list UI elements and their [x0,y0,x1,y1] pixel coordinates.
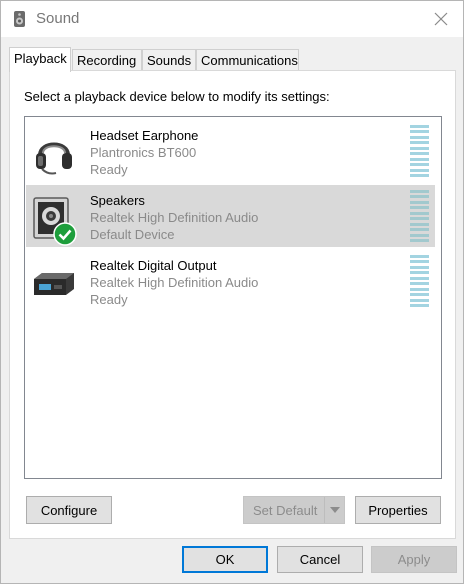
set-default-label: Set Default [253,502,318,518]
ok-button[interactable]: OK [182,546,268,573]
instruction-text: Select a playback device below to modify… [24,89,330,104]
headset-icon [36,142,72,175]
level-meter [410,190,429,242]
tab-communications[interactable]: Communications [196,49,299,71]
properties-button[interactable]: Properties [355,496,441,524]
speaker-icon [14,11,25,27]
device-name: Headset Earphone [90,128,199,143]
device-status: Ready [90,162,128,177]
playback-panel: Select a playback device below to modify… [9,70,456,539]
device-description: Realtek High Definition Audio [90,275,259,290]
tab-recording[interactable]: Recording [72,49,142,71]
device-status: Ready [90,292,128,307]
chevron-down-icon [329,507,340,513]
close-button[interactable] [423,5,459,33]
cancel-button[interactable]: Cancel [277,546,363,573]
sound-dialog: Sound Playback Recording Sounds Communic… [0,0,464,584]
default-check-icon [53,222,77,246]
set-default-dropdown[interactable] [324,497,344,523]
device-row-speakers[interactable]: Speakers Realtek High Definition Audio D… [26,185,435,247]
device-status: Default Device [90,227,175,242]
device-name: Speakers [90,193,145,208]
tab-playback[interactable]: Playback [9,47,71,72]
device-description: Plantronics BT600 [90,145,197,160]
apply-button[interactable]: Apply [371,546,457,573]
close-icon [434,12,448,26]
digital-output-icon [34,273,74,295]
device-description: Realtek High Definition Audio [90,210,259,225]
level-meter [410,255,429,307]
level-meter [410,125,429,177]
configure-button[interactable]: Configure [26,496,112,524]
set-default-button[interactable]: Set Default [243,496,345,524]
window-title: Sound [36,10,80,27]
tab-sounds[interactable]: Sounds [142,49,196,71]
device-list[interactable]: Headset Earphone Plantronics BT600 Ready [24,116,442,479]
device-row-headset[interactable]: Headset Earphone Plantronics BT600 Ready [26,120,435,182]
device-row-digital-output[interactable]: Realtek Digital Output Realtek High Defi… [26,250,435,312]
title-bar: Sound [1,1,463,37]
device-name: Realtek Digital Output [90,258,217,273]
